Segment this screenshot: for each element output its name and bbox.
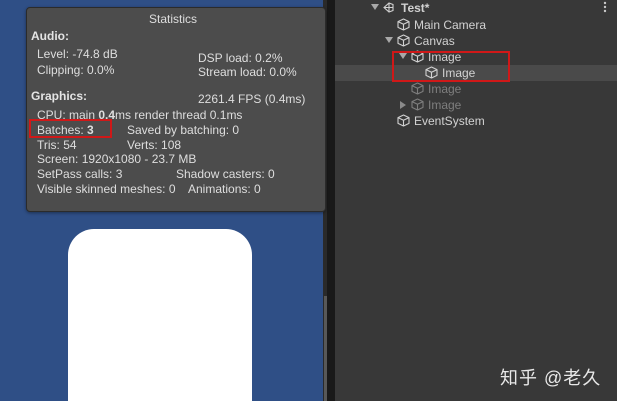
gameobject-cube-icon [411,82,424,95]
hierarchy-item-canvas[interactable]: Canvas [335,33,617,49]
gameobject-cube-icon [397,114,410,127]
visible-skinned-meshes: Visible skinned meshes: 0 [37,182,176,196]
verts-readout: Verts: 108 [127,138,182,152]
clipping: Clipping: 0.0% [37,63,115,77]
expand-arrow-icon[interactable] [371,4,379,10]
image-items-highlight-box [392,51,510,82]
screen-readout: Screen: 1920x1080 - 23.7 MB [37,152,197,166]
ui-image-preview [68,229,252,401]
hierarchy-item-label: Main Camera [414,18,487,32]
scene-header[interactable]: Test* [335,0,617,16]
gameobject-cube-icon [411,98,424,111]
hierarchy-item-image-collapsed[interactable]: Image [335,97,617,113]
gameobject-cube-icon [397,18,410,31]
hierarchy-item-label: Canvas [414,34,455,48]
hierarchy-item-label: EventSystem [414,114,485,128]
hierarchy-item-main-camera[interactable]: Main Camera [335,17,617,33]
audio-level: Level: -74.8 dB [37,47,118,61]
gameobject-cube-icon [397,34,410,47]
tris-readout: Tris: 54 [37,138,77,152]
expand-arrow-icon[interactable] [385,37,393,43]
setpass-calls: SetPass calls: 3 [37,167,123,181]
statistics-title: Statistics [149,12,198,26]
scene-name: Test* [401,1,430,15]
stream-load: Stream load: 0.0% [198,65,297,79]
animations-readout: Animations: 0 [188,182,261,196]
batches-highlight-box [29,119,112,138]
panel-splitter[interactable] [327,0,335,401]
hierarchy-item-label: Image [428,82,462,96]
fps-readout: 2261.4 FPS (0.4ms) [198,92,306,106]
watermark-text: 知乎 @老久 [500,368,602,388]
unity-scene-icon [382,1,395,14]
audio-heading: Audio: [31,29,69,43]
statistics-panel: Statistics Audio: Level: -74.8 dB DSP lo… [26,7,326,212]
vertical-ellipsis-icon[interactable] [602,1,608,15]
saved-by-batching: Saved by batching: 0 [127,123,240,137]
graphics-heading: Graphics: [31,89,88,103]
collapse-arrow-icon[interactable] [400,101,406,109]
dsp-load: DSP load: 0.2% [198,51,283,65]
hierarchy-item-eventsystem[interactable]: EventSystem [335,113,617,129]
shadow-casters: Shadow casters: 0 [176,167,275,181]
hierarchy-item-label: Image [428,98,462,112]
hierarchy-item-image-disabled[interactable]: Image [335,81,617,97]
